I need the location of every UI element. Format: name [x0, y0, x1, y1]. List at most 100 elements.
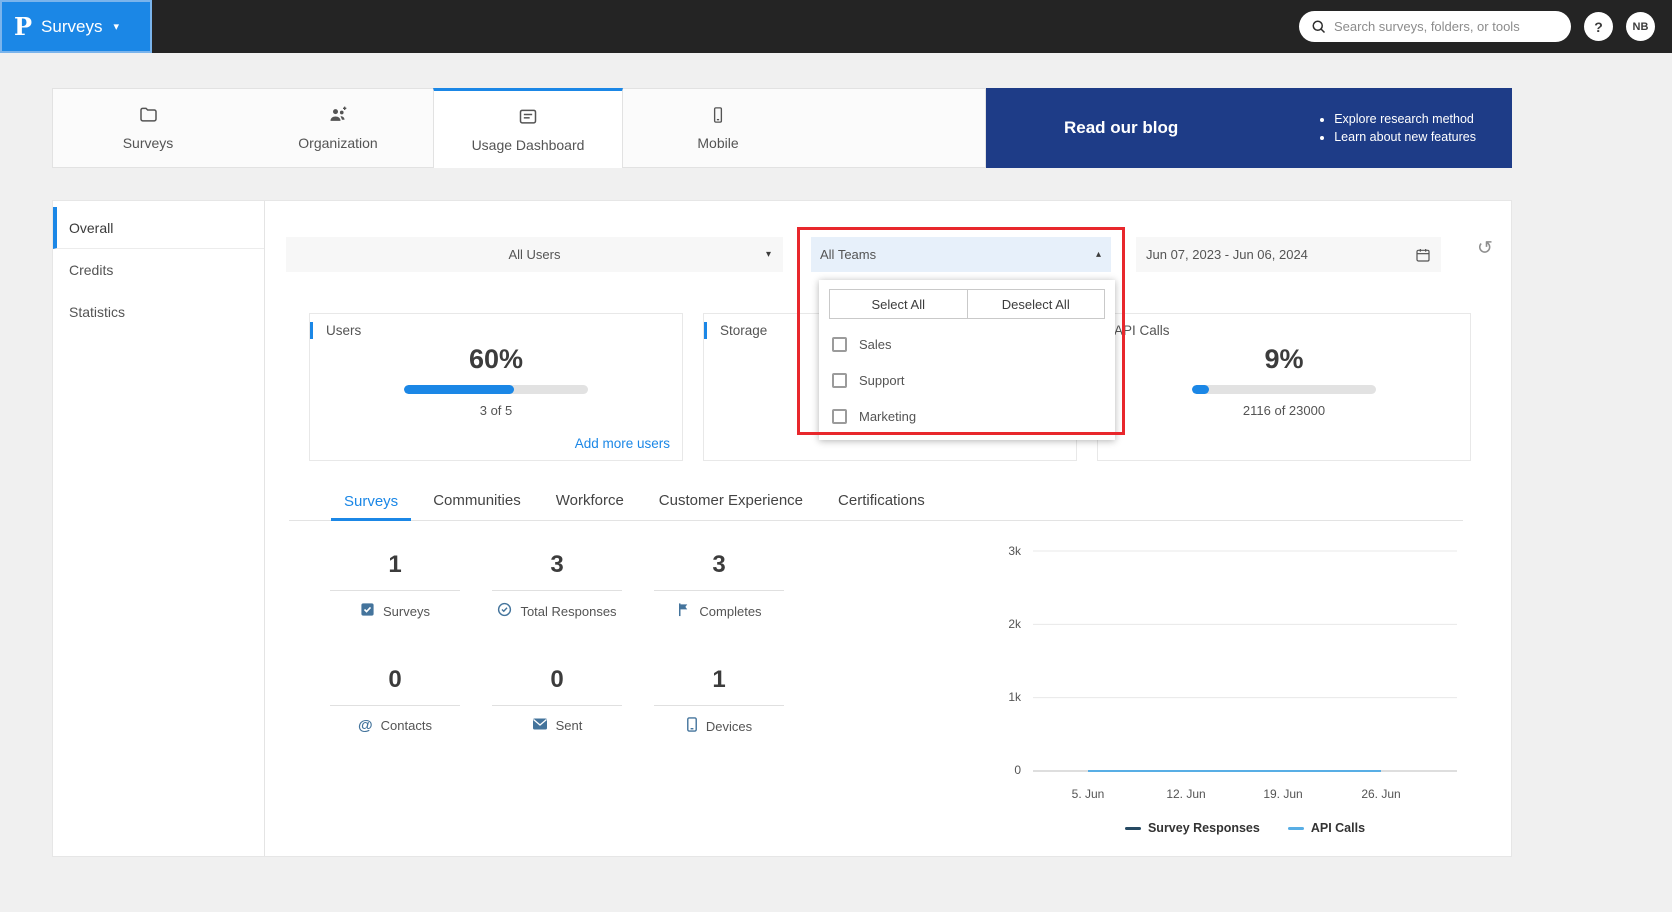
date-range-value: Jun 07, 2023 - Jun 06, 2024 [1146, 247, 1308, 262]
flag-icon [676, 602, 691, 620]
questionpro-logo-icon: P [14, 12, 33, 41]
content-tabbar: Surveys Communities Workforce Customer E… [289, 484, 1463, 521]
tab-mobile[interactable]: Mobile [623, 89, 813, 167]
teams-dropdown-popup: Select All Deselect All Sales Support Ma… [819, 280, 1115, 440]
chevron-down-icon: ▾ [765, 249, 771, 260]
team-option-label: Support [859, 372, 905, 388]
dashboard-card: Overall Credits Statistics All Users ▾ A… [52, 200, 1512, 857]
metric-label: Completes [699, 603, 762, 619]
users-percent: 60% [468, 344, 524, 374]
topbar: P Surveys ▾ ? NB [0, 0, 1672, 53]
reset-icon: ↺ [1477, 238, 1493, 259]
select-all-button[interactable]: Select All [830, 290, 967, 318]
tab-label: Organization [298, 135, 378, 151]
avatar[interactable]: NB [1626, 12, 1655, 41]
sidebar: Overall Credits Statistics [53, 201, 265, 856]
legend-survey-responses[interactable]: Survey Responses [1124, 821, 1260, 835]
x-tick: 19. Jun [1263, 787, 1303, 801]
tab-label: Mobile [697, 135, 739, 151]
ctab-communities[interactable]: Communities [420, 492, 534, 520]
api-calls-stat-card: API Calls 9% 2116 of 23000 [1097, 313, 1471, 461]
checkbox-support[interactable] [832, 372, 847, 388]
check-circle-icon [497, 602, 512, 620]
at-icon: @ [358, 717, 373, 734]
chevron-down-icon: ▾ [113, 21, 119, 33]
tab-label: Surveys [122, 135, 174, 151]
sidebar-item-credits[interactable]: Credits [53, 249, 264, 291]
x-tick: 12. Jun [1166, 787, 1206, 801]
ctab-surveys[interactable]: Surveys [331, 493, 412, 521]
deselect-all-button[interactable]: Deselect All [966, 290, 1104, 318]
metric-label: Devices [705, 718, 753, 734]
tab-surveys[interactable]: Surveys [53, 89, 243, 167]
team-option-label: Marketing [859, 408, 917, 424]
x-tick: 26. Jun [1361, 787, 1401, 801]
teams-dropdown[interactable]: All Teams ▴ [811, 237, 1111, 272]
folder-icon [138, 105, 159, 128]
device-icon [686, 717, 698, 735]
legend-swatch [1287, 826, 1304, 830]
blog-bullet: Learn about new features [1334, 130, 1476, 144]
usage-chart: 3k 2k 1k 0 5. Jun 12. Jun 19. Jun 26. Ju… [983, 541, 1477, 856]
card-title: Users [310, 322, 361, 339]
read-our-blog-button[interactable]: Read our blog [1064, 118, 1178, 138]
help-button[interactable]: ? [1584, 12, 1613, 41]
users-dropdown[interactable]: All Users ▾ [286, 237, 783, 272]
metric-value: 1 [330, 551, 460, 591]
calendar-icon [1415, 247, 1431, 263]
y-tick: 2k [1008, 617, 1021, 631]
metric-total-responses: 3 Total Responses [492, 551, 622, 620]
brand-label: Surveys [41, 16, 103, 36]
api-calls-percent: 9% [1264, 344, 1304, 374]
legend-swatch [1124, 826, 1141, 830]
users-progress-bar [404, 385, 588, 394]
legend-label: Survey Responses [1147, 821, 1260, 835]
metric-value: 3 [654, 551, 784, 591]
users-dropdown-value: All Users [508, 247, 561, 262]
api-calls-detail: 2116 of 23000 [1242, 403, 1326, 418]
sidebar-item-overall[interactable]: Overall [53, 207, 264, 249]
metric-value: 3 [492, 551, 622, 591]
metric-surveys: 1 Surveys [330, 551, 460, 620]
mobile-icon [709, 105, 727, 128]
api-calls-progress-bar [1192, 385, 1376, 394]
x-tick: 5. Jun [1071, 787, 1105, 801]
blog-bullets: Explore research method Learn about new … [1316, 108, 1476, 148]
tab-organization[interactable]: Organization [243, 89, 433, 167]
tab-label: Usage Dashboard [471, 136, 585, 153]
add-more-users-link[interactable]: Add more users [575, 436, 670, 451]
ctab-customer-experience[interactable]: Customer Experience [646, 492, 816, 520]
blog-banner: Read our blog Explore research method Le… [986, 88, 1512, 168]
y-tick: 1k [1008, 690, 1021, 704]
dashboard-icon [517, 107, 539, 130]
ctab-certifications[interactable]: Certifications [825, 492, 938, 520]
checkbox-marketing[interactable] [832, 408, 847, 424]
team-option-marketing[interactable]: Marketing [819, 398, 1115, 434]
date-range-picker[interactable]: Jun 07, 2023 - Jun 06, 2024 [1136, 237, 1441, 272]
line-chart [1033, 550, 1457, 772]
checkbox-sales[interactable] [832, 336, 847, 352]
metric-label: Contacts [380, 718, 432, 733]
search-input[interactable] [1334, 19, 1559, 34]
product-switcher[interactable]: P Surveys ▾ [0, 0, 152, 53]
users-stat-card: Users 60% 3 of 5 Add more users [309, 313, 683, 461]
legend-api-calls[interactable]: API Calls [1287, 821, 1365, 835]
organization-icon [327, 105, 349, 128]
reset-filters-button[interactable]: ↺ [1477, 237, 1493, 260]
team-option-label: Sales [859, 336, 892, 352]
team-option-sales[interactable]: Sales [819, 326, 1115, 362]
chevron-up-icon: ▴ [1095, 249, 1101, 260]
ctab-workforce[interactable]: Workforce [543, 492, 637, 520]
nav-tabbar: Surveys Organization Usage Dashboard Mob… [52, 88, 986, 168]
metric-completes: 3 Completes [654, 551, 784, 620]
sidebar-item-statistics[interactable]: Statistics [53, 291, 264, 333]
metric-label: Total Responses [520, 603, 617, 619]
metrics-grid: 1 Surveys 3 Total Responses 3 Completes [330, 551, 784, 735]
teams-dropdown-value: All Teams [820, 247, 877, 262]
metric-contacts: 0 @ Contacts [330, 666, 460, 735]
metric-value: 0 [492, 666, 622, 706]
chart-legend: Survey Responses API Calls [1033, 821, 1457, 835]
team-option-support[interactable]: Support [819, 362, 1115, 398]
tab-usage-dashboard[interactable]: Usage Dashboard [433, 88, 623, 168]
check-square-icon [360, 602, 375, 620]
